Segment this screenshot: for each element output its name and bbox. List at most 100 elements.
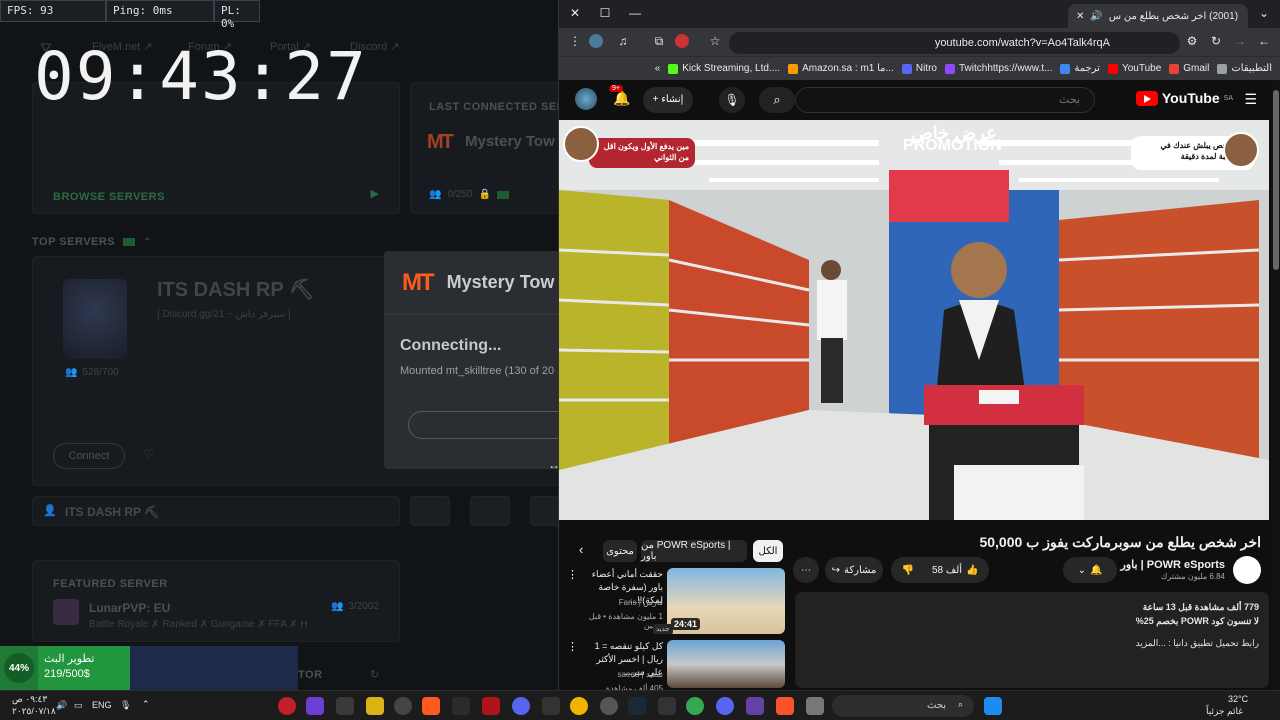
audio-icon: 🔊 [1090,10,1103,22]
server-chip-1[interactable] [410,496,450,526]
tray-chevron-icon[interactable]: ⌃ [142,699,150,710]
rec-menu-icon[interactable]: ⋮ [567,568,578,581]
taskbar-app-17-icon[interactable] [746,697,764,715]
players-icon: 👥 [330,601,344,612]
reload-icon[interactable]: ↻ [1208,34,1224,48]
refresh-icon[interactable]: ↻ [370,668,379,681]
video-player[interactable]: عرض خاص PROMOTION كان شخص يبلش عندك في ا… [559,120,1269,520]
server-row-name: ITS DASH RP ⛏ [65,505,160,519]
like-icon[interactable]: 👍 [966,565,978,576]
youtube-search-input[interactable]: بحث [795,87,1095,113]
chips-prev-icon[interactable]: ‹ [579,542,583,557]
taskbar-app-10-icon[interactable] [542,697,560,715]
extensions-icon[interactable]: ⧉ [651,34,667,49]
windows-start-icon[interactable] [984,697,1002,715]
menu-icon[interactable]: ⋮ [567,34,583,48]
bookmark-kick[interactable]: Kick Streaming, Ltd.... [668,63,780,74]
url-field[interactable]: youtube.com/watch?v=Ao4Talk4rqA [729,32,1180,54]
recommended-video-1[interactable]: 24:41 حققت أماني أعضاء باور (سفرة خاصة ل… [567,568,787,636]
like-count[interactable]: 58 ألف [932,565,962,576]
more-bookmarks-icon[interactable]: « [655,63,661,74]
tab-search-icon[interactable]: ⌄ [1256,6,1272,20]
server-row[interactable]: 👤 ITS DASH RP ⛏ [32,496,400,526]
account-avatar[interactable] [575,88,597,110]
mail-icon[interactable] [658,697,676,715]
network-icon[interactable]: ▭ [74,700,83,711]
bookmark-amazon[interactable]: Amazon.sa : m1 ما... [788,63,894,74]
mic-icon[interactable]: 🎙 [120,700,131,711]
chip-related[interactable]: محتوى [603,540,637,562]
chrome-icon[interactable] [686,697,704,715]
taskbar-app-11-icon[interactable] [570,697,588,715]
last-connected-name[interactable]: Mystery Tow [465,133,555,150]
goal-bar-remaining [130,646,298,690]
search-icon[interactable]: ⌕ [759,87,795,113]
server-chip-2[interactable] [470,496,510,526]
minimize-icon[interactable]: — [627,6,643,20]
taskbar-app-4-icon[interactable] [366,697,384,715]
maximize-icon[interactable]: ☐ [597,6,613,20]
bookmark-nitro[interactable]: Nitro [901,63,937,74]
chip-all[interactable]: الكل [753,540,783,562]
hamburger-menu-icon[interactable]: ☰ [1244,91,1257,108]
taskbar-app-19-icon[interactable] [806,697,824,715]
connect-button[interactable]: Connect [53,443,125,469]
dislike-icon[interactable]: 👎 [902,565,914,576]
microphone-icon[interactable]: 🎙 [719,87,745,113]
taskbar-app-2-icon[interactable] [306,697,324,715]
bookmark-twitch[interactable]: Twitchhttps://www.t... [944,63,1052,74]
bookmark-apps[interactable]: التطبيقات [1217,63,1272,74]
close-window-icon[interactable]: ✕ [567,6,583,20]
chevrons-up-icon: ⌃ [143,236,152,248]
youtube-logo[interactable]: YouTube SA [1135,90,1233,106]
bookmark-youtube[interactable]: YouTube [1107,63,1161,74]
server-chip-3[interactable] [530,496,560,526]
taskbar-app-16-icon[interactable] [716,697,734,715]
taskbar-app-3-icon[interactable] [336,697,354,715]
subscribed-button[interactable]: ⌄ 🔔 [1063,557,1117,583]
channel-avatar[interactable] [1233,556,1261,584]
rec-menu-icon[interactable]: ⋮ [567,640,578,653]
more-actions-icon[interactable]: ⋯ [793,557,819,583]
create-button[interactable]: + إنشاء [643,87,693,113]
taskbar-app-12-icon[interactable] [600,697,618,715]
featured-panel[interactable]: FEATURED SERVER LunarPVP: EU Battle Roya… [32,560,400,642]
speaker-icon[interactable]: 🔊 [56,700,67,711]
tab-youtube[interactable]: ✕ 🔊 (2001) اخر شخص يطلع من س [1068,4,1248,28]
taskbar-app-8-icon[interactable] [482,697,500,715]
description-box[interactable]: 779 ألف مشاهدة قبل 13 ساعة لا تنسون كود … [795,592,1269,688]
scrollbar-thumb[interactable] [1273,90,1279,270]
scrollbar[interactable] [1271,80,1280,690]
share-button[interactable]: ↪ مشاركة [825,557,883,583]
taskbar-app-7-icon[interactable] [452,697,470,715]
taskbar-search[interactable]: بحث [832,695,974,717]
browse-servers-button[interactable]: BROWSE SERVERS [53,191,165,203]
discord-icon[interactable] [512,697,530,715]
steam-icon[interactable] [628,697,646,715]
bookmark-star-icon[interactable]: ☆ [707,34,723,48]
back-icon[interactable]: ← [1256,34,1272,48]
site-info-icon[interactable]: ⚙ [1184,34,1200,48]
channel-name[interactable]: POWR eSports | باور [1121,558,1225,571]
extension-badge-icon[interactable] [675,34,689,48]
brave-icon[interactable] [776,697,794,715]
media-icon[interactable]: ♫ [615,34,631,48]
featured-meta: 👥 3/2002 [331,601,379,612]
taskbar-app-1-icon[interactable] [278,697,296,715]
bookmark-gmail[interactable]: Gmail [1169,63,1209,74]
taskbar-app-5-icon[interactable] [394,697,412,715]
profile-avatar[interactable] [589,34,603,48]
forward-icon[interactable]: → [1232,34,1248,48]
bookmark-translate[interactable]: ترجمة [1060,63,1100,74]
weather-temp[interactable]: 32°C [1228,694,1248,704]
cancel-button[interactable] [408,411,560,439]
notifications-icon[interactable]: 🔔 [613,90,630,107]
chip-from-channel[interactable]: من POWR eSports | باور [641,540,747,562]
heart-icon[interactable]: ♡ [143,447,154,461]
video-frame [559,120,1269,520]
language-indicator[interactable]: ENG [92,700,112,710]
fivem-taskbar-icon[interactable] [422,697,440,715]
tab-close-icon[interactable]: ✕ [1076,11,1084,22]
weather-desc: غائم جزئياً [1206,706,1243,716]
bottom-section-label: TOR [298,669,323,681]
